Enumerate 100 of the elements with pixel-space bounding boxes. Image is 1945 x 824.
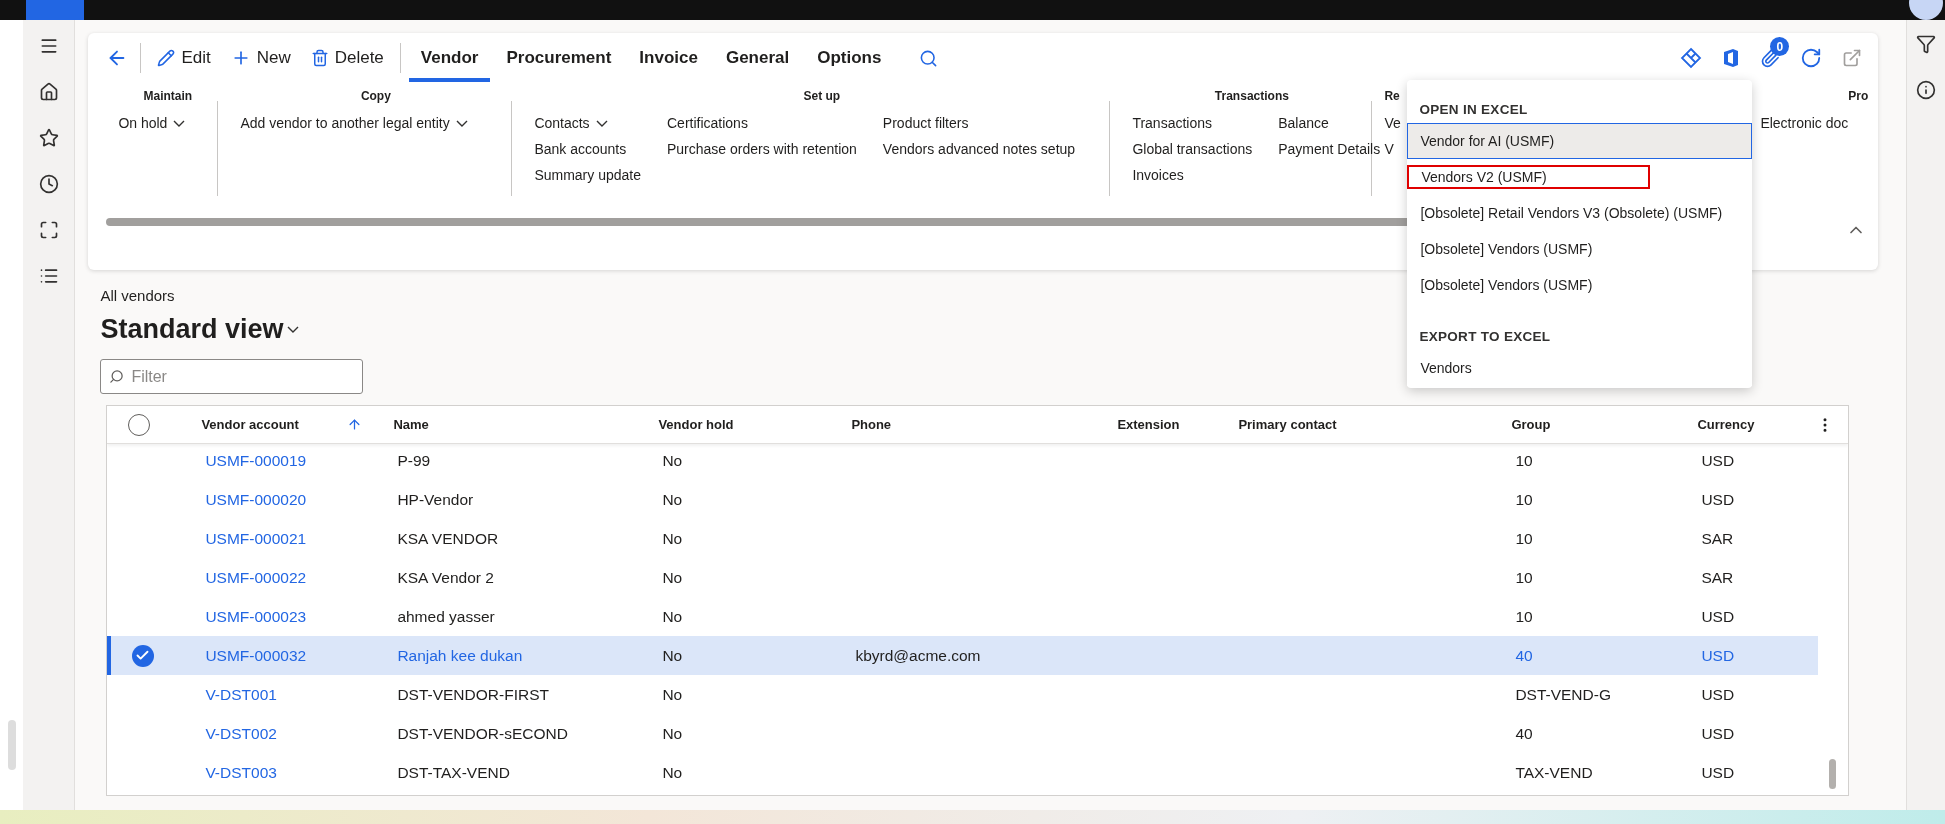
column-header[interactable]: Name — [374, 417, 640, 432]
ribbon-item[interactable]: Electronic doc — [1760, 113, 1849, 133]
account-link[interactable]: V-DST003 — [186, 763, 379, 782]
table-cell-text: No — [661, 724, 684, 743]
ribbon-item[interactable]: Invoices — [1132, 165, 1253, 185]
column-header[interactable]: Extension — [1098, 417, 1220, 432]
ribbon-item[interactable]: Transactions — [1132, 113, 1253, 133]
ribbon-item[interactable]: Product filters — [882, 113, 1076, 133]
account-link[interactable]: USMF-000023 — [186, 607, 379, 626]
table-cell-text: Ranjah kee dukan — [396, 646, 524, 665]
ribbon-item[interactable]: V — [1384, 139, 1401, 159]
table-row[interactable]: V-DST003 DST-TAX-VEND No TAX-VEND USD — [107, 753, 1819, 792]
column-header[interactable]: Vendor account — [182, 417, 375, 432]
ribbon-item[interactable]: Payment Details — [1278, 139, 1381, 159]
list-icon[interactable] — [38, 266, 59, 286]
table-cell-text: P-99 — [396, 451, 432, 470]
ribbon-tab[interactable]: General — [713, 34, 802, 82]
table-cell-text: kbyrd@acme.com — [854, 646, 982, 665]
pencil-icon — [157, 49, 176, 67]
table-row[interactable]: USMF-000020 HP-Vendor No 10 USD — [107, 480, 1819, 519]
account-link[interactable]: USMF-000021 — [186, 529, 379, 548]
search-icon — [919, 48, 939, 68]
column-header[interactable]: Group — [1492, 417, 1679, 432]
table-row[interactable]: USMF-000023 ahmed yasser No 10 USD — [107, 597, 1819, 636]
column-header[interactable]: Phone — [832, 417, 1099, 432]
table-row[interactable]: USMF-000021 KSA VENDOR No 10 SAR — [107, 519, 1819, 558]
filter-field[interactable]: Filter — [100, 359, 364, 394]
table-cell-text: SAR — [1700, 568, 1735, 587]
ribbon-item[interactable]: Add vendor to another legal entity — [240, 113, 468, 133]
table-cell-text: USD — [1700, 490, 1736, 509]
view-selector[interactable]: Standard view — [100, 314, 300, 345]
table-row[interactable]: USMF-000022 KSA Vendor 2 No 10 SAR — [107, 558, 1819, 597]
column-header[interactable]: Vendor hold — [639, 417, 833, 432]
ribbon-tab[interactable]: Options — [805, 34, 894, 82]
ribbon-item[interactable]: Contacts — [534, 113, 641, 133]
table-row[interactable]: USMF-000032 Ranjah kee dukan No kbyrd@acme.com 40 USD — [107, 636, 1819, 675]
table-cell-text: No — [661, 646, 684, 665]
popout-icon[interactable] — [1842, 48, 1863, 68]
menu-item[interactable]: [Obsolete] Vendors (USMF) — [1407, 231, 1753, 267]
account-link[interactable]: USMF-000019 — [186, 451, 379, 470]
column-header[interactable]: Primary contact — [1219, 417, 1493, 432]
account-link[interactable]: V-DST001 — [186, 685, 379, 704]
table-cell-text: No — [661, 568, 684, 587]
table-cell-text: DST-TAX-VEND — [396, 763, 511, 782]
ribbon-item[interactable]: Balance — [1278, 113, 1381, 133]
chevron-icon — [595, 119, 608, 127]
attachment-count: 0 — [1770, 37, 1790, 56]
group-title: Maintain — [142, 89, 194, 103]
ribbon-item[interactable]: Bank accounts — [534, 139, 641, 159]
refresh-icon[interactable] — [1800, 47, 1823, 69]
account-link[interactable]: USMF-000032 — [186, 646, 379, 665]
ribbon-item[interactable]: Global transactions — [1132, 139, 1253, 159]
star-icon[interactable] — [38, 128, 59, 148]
account-link[interactable]: USMF-000020 — [186, 490, 379, 509]
diamond-icon[interactable] — [1680, 47, 1703, 69]
account-link[interactable]: USMF-000022 — [186, 568, 379, 587]
column-header[interactable]: Currency — [1678, 417, 1817, 432]
scroll-thumb[interactable] — [7, 720, 16, 770]
ribbon-item[interactable]: Ve — [1384, 113, 1401, 133]
group-title: Pro — [1847, 89, 1869, 103]
ribbon-tab[interactable]: Vendor — [408, 34, 491, 82]
menu-heading: EXPORT TO EXCEL — [1418, 328, 1552, 346]
ribbon-item[interactable]: Purchase orders with retention — [667, 139, 857, 159]
table-row[interactable]: USMF-000019 P-99 No 10 USD — [107, 441, 1819, 480]
office-icon[interactable] — [1722, 48, 1741, 68]
edit-button[interactable]: Edit — [147, 42, 221, 74]
account-link[interactable]: V-DST002 — [186, 724, 379, 743]
table-row[interactable]: V-DST001 DST-VENDOR-FIRST No DST-VEND-G USD — [107, 675, 1819, 714]
menu-item[interactable]: [Obsolete] Vendors (USMF) — [1407, 267, 1753, 303]
check-icon — [135, 648, 151, 663]
table-cell-text: No — [661, 763, 684, 782]
trash-icon — [310, 49, 329, 67]
ribbon-tab[interactable]: Invoice — [627, 34, 710, 82]
delete-button[interactable]: Delete — [300, 42, 394, 74]
menu-item[interactable]: Vendors — [1407, 350, 1753, 386]
clock-icon[interactable] — [38, 174, 59, 194]
workspace-icon[interactable] — [38, 220, 59, 240]
ribbon-tab[interactable]: Procurement — [494, 34, 624, 82]
group-title: Re — [1384, 89, 1401, 103]
menu-item[interactable]: Vendors V2 (USMF) — [1407, 165, 1651, 189]
menu-item[interactable]: [Obsolete] Retail Vendors V3 (Obsolete) (USMF) — [1407, 195, 1753, 231]
menu-item[interactable]: Vendor for AI (USMF) — [1407, 123, 1753, 159]
table-cell-text: USD — [1700, 685, 1736, 704]
home-icon[interactable] — [38, 82, 59, 102]
select-all-checkbox[interactable] — [127, 413, 150, 436]
row-checkbox[interactable] — [131, 644, 154, 667]
ribbon-item[interactable]: Certifications — [667, 113, 857, 133]
table-cell-text: DST-VENDOR-sECOND — [396, 724, 569, 743]
table-row[interactable]: V-DST002 DST-VENDOR-sECOND No 40 USD — [107, 714, 1819, 753]
table-cell-text: SAR — [1700, 529, 1735, 548]
filter-icon[interactable] — [1916, 34, 1937, 54]
chevron-icon — [173, 119, 186, 127]
info-icon[interactable] — [1916, 80, 1937, 100]
ribbon-item[interactable]: Summary update — [534, 165, 641, 185]
table-cell-text: No — [661, 607, 684, 626]
table-cell-text: KSA Vendor 2 — [396, 568, 495, 587]
new-button[interactable]: New — [220, 42, 301, 74]
scroll-thumb[interactable] — [1829, 759, 1837, 789]
ribbon-item[interactable]: Vendors advanced notes setup — [882, 139, 1076, 159]
ribbon-item[interactable]: On hold — [118, 113, 186, 133]
